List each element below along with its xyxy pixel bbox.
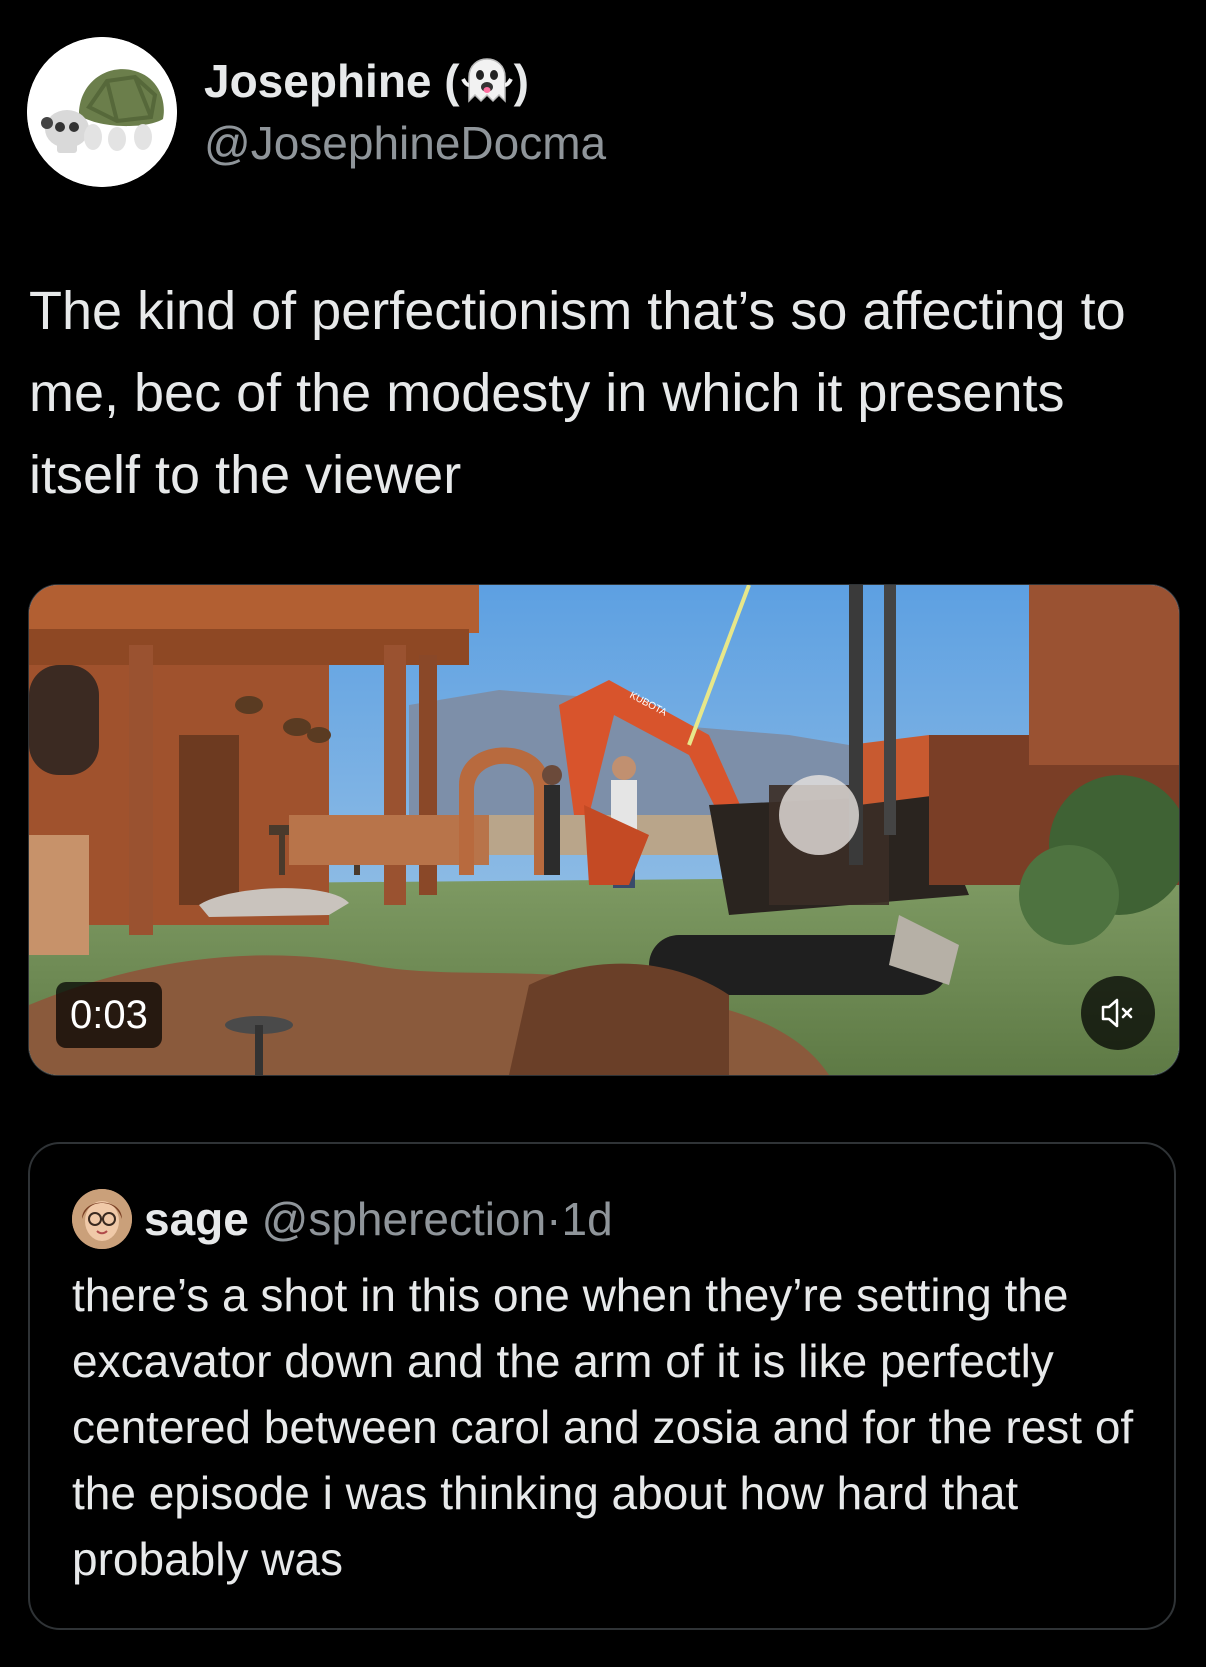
avatar-icon: [72, 1189, 132, 1249]
display-name-prefix: Josephine (: [204, 55, 460, 107]
video-timestamp: 0:03: [56, 982, 162, 1048]
quoted-tweet[interactable]: sage @spherection·1d there’s a shot in t…: [28, 1142, 1176, 1630]
quoted-tweet-text: there’s a shot in this one when they’re …: [72, 1269, 1134, 1585]
quoted-author-avatar[interactable]: [72, 1189, 132, 1249]
video-player[interactable]: KUBOTA 0:03: [28, 584, 1180, 1076]
mute-button[interactable]: [1081, 976, 1155, 1050]
quoted-author-handle[interactable]: @spherection: [262, 1193, 547, 1245]
tweet: Josephine ( ) @JosephineDocma The kind o…: [0, 0, 1206, 1667]
turtle-skull-icon: [27, 37, 177, 187]
display-name-suffix: ): [513, 55, 529, 107]
video-frame: KUBOTA: [29, 585, 1179, 1075]
quoted-tweet-header: sage @spherection·1d: [144, 1192, 613, 1246]
tweet-text: The kind of perfectionism that’s so affe…: [29, 281, 1126, 505]
quoted-tweet-time[interactable]: 1d: [561, 1193, 612, 1245]
ghost-emoji-icon: [460, 57, 513, 103]
author-avatar[interactable]: [27, 37, 177, 187]
author-handle[interactable]: @JosephineDocma: [204, 116, 606, 170]
separator-dot: ·: [546, 1193, 562, 1245]
volume-muted-icon: [1101, 998, 1133, 1028]
author-display-name[interactable]: Josephine ( ): [204, 54, 529, 108]
quoted-author-name[interactable]: sage: [144, 1193, 249, 1245]
